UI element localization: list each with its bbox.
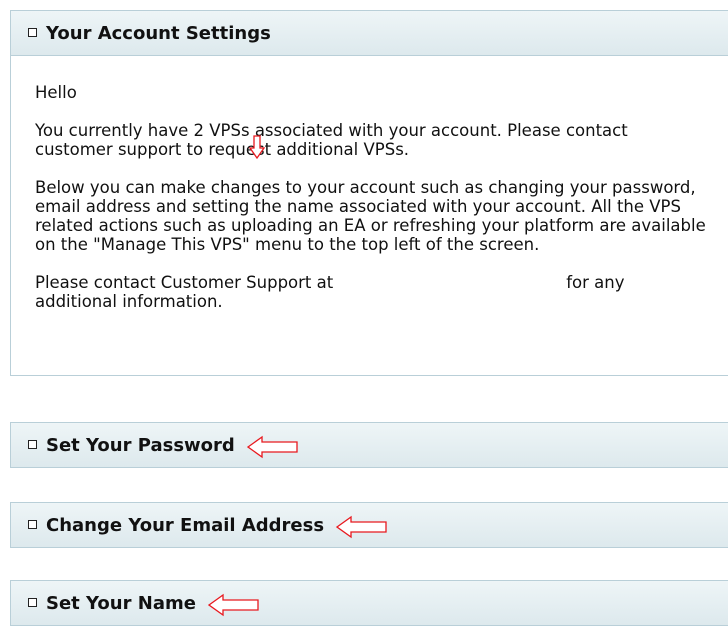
- arrow-down-icon: [249, 135, 265, 159]
- square-bullet-icon: [28, 597, 37, 607]
- set-name-panel: Set Your Name: [10, 580, 728, 626]
- account-settings-body: Hello You currently have 2 VPSs associat…: [11, 55, 728, 375]
- account-settings-title: Your Account Settings: [46, 22, 271, 44]
- account-settings-panel: Your Account Settings Hello You currentl…: [10, 10, 728, 376]
- contact-prefix: Please contact Customer Support at: [35, 273, 334, 292]
- account-settings-header[interactable]: Your Account Settings: [11, 11, 728, 55]
- arrow-left-icon: [207, 593, 259, 617]
- changes-info-text: Below you can make changes to your accou…: [35, 178, 706, 254]
- square-bullet-icon: [28, 27, 37, 37]
- change-email-title: Change Your Email Address: [46, 514, 325, 536]
- vps-info-text: You currently have 2 VPSs associated wit…: [35, 121, 628, 159]
- contact-text: Please contact Customer Support at for an…: [35, 273, 706, 311]
- change-email-header[interactable]: Change Your Email Address: [11, 503, 728, 547]
- arrow-left-icon: [246, 435, 298, 459]
- set-password-title: Set Your Password: [46, 434, 235, 456]
- change-email-panel: Change Your Email Address: [10, 502, 728, 548]
- set-password-header[interactable]: Set Your Password: [11, 423, 728, 467]
- set-password-panel: Set Your Password: [10, 422, 728, 468]
- set-name-title: Set Your Name: [46, 592, 196, 614]
- greeting-text: Hello: [35, 83, 77, 102]
- square-bullet-icon: [28, 439, 37, 449]
- arrow-left-icon: [336, 515, 387, 539]
- set-name-header[interactable]: Set Your Name: [11, 581, 728, 625]
- square-bullet-icon: [28, 519, 37, 529]
